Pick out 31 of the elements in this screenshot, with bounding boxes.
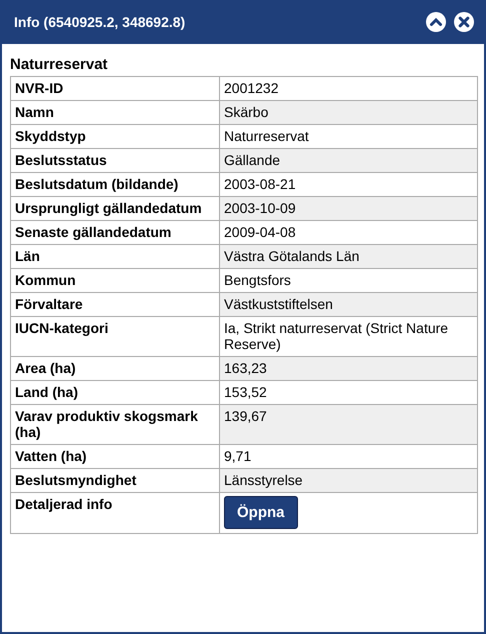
field-label: Detaljerad info	[10, 492, 220, 534]
field-label: Län	[10, 244, 220, 268]
field-value: 2001232	[220, 76, 478, 100]
field-label: Vatten (ha)	[10, 444, 220, 468]
collapse-icon[interactable]	[426, 12, 446, 32]
field-value: Länsstyrelse	[220, 468, 478, 492]
field-label: Land (ha)	[10, 380, 220, 404]
field-label: Senaste gällandedatum	[10, 220, 220, 244]
field-label: Ursprungligt gällandedatum	[10, 196, 220, 220]
field-label: Kommun	[10, 268, 220, 292]
field-value: Västkuststiftelsen	[220, 292, 478, 316]
section-heading: Naturreservat	[10, 56, 109, 73]
field-label: Beslutsdatum (bildande)	[10, 172, 220, 196]
open-button[interactable]: Öppna	[224, 496, 298, 529]
field-value: Skärbo	[220, 100, 478, 124]
field-value: 139,67	[220, 404, 478, 444]
field-label: Beslutsmyndighet	[10, 468, 220, 492]
field-value: 2003-10-09	[220, 196, 478, 220]
field-value: 163,23	[220, 356, 478, 380]
field-value: Gällande	[220, 148, 478, 172]
field-label: Skyddstyp	[10, 124, 220, 148]
field-label: Area (ha)	[10, 356, 220, 380]
field-value: Västra Götalands Län	[220, 244, 478, 268]
field-label: Namn	[10, 100, 220, 124]
field-label: NVR-ID	[10, 76, 220, 100]
close-icon[interactable]	[454, 12, 474, 32]
field-label: IUCN-kategori	[10, 316, 220, 356]
window-title: Info (6540925.2, 348692.8)	[14, 14, 186, 30]
field-label: Beslutsstatus	[10, 148, 220, 172]
field-label: Varav produktiv skogsmark (ha)	[10, 404, 220, 444]
field-label: Förvaltare	[10, 292, 220, 316]
